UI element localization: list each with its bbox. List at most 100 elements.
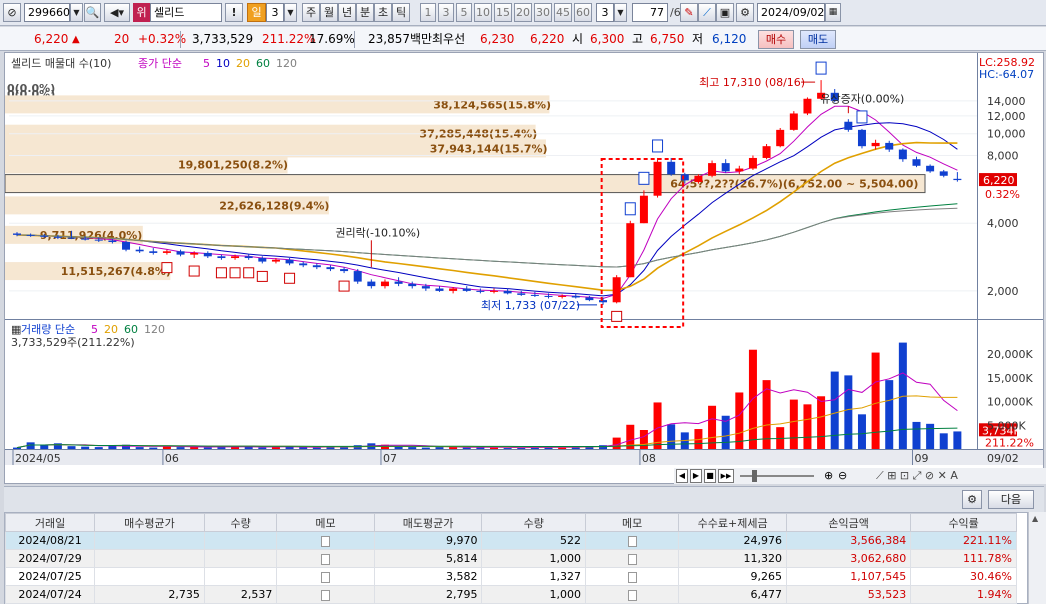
ma-period-label: 120	[276, 57, 297, 70]
zoom-slider-handle[interactable]	[752, 470, 757, 482]
period-tick-button[interactable]: 틱	[392, 3, 410, 22]
col-return[interactable]: 수익률	[910, 513, 1017, 532]
interval-45-button[interactable]: 45	[554, 3, 572, 22]
volume-profile-label: 22,626,128(9.4%)	[219, 199, 329, 212]
buy-button[interactable]: 매수	[758, 30, 794, 49]
col-buy-avg[interactable]: 매수평균가	[94, 513, 205, 532]
scroll-up-icon[interactable]: ▲	[1032, 514, 1038, 523]
interval-15-button[interactable]: 15	[494, 3, 512, 22]
interval-3-button[interactable]: 3	[438, 3, 454, 22]
candle-body	[271, 259, 280, 262]
calendar-icon[interactable]: ▦	[825, 3, 841, 22]
trade-grid-toolbar: ⚙ 다음	[4, 486, 1044, 512]
memo-icon[interactable]	[627, 535, 637, 547]
interval-5-button[interactable]: 5	[456, 3, 472, 22]
period-value-input[interactable]: 3	[266, 3, 284, 22]
price-axis-tick: 12,000	[987, 110, 1026, 123]
speaker-icon[interactable]: ◀▾	[104, 3, 130, 22]
cell-profit: 3,062,680	[785, 549, 912, 568]
candle-body	[394, 281, 403, 284]
col-profit[interactable]: 손익금액	[785, 513, 912, 532]
code-dropdown-chevron-icon[interactable]: ▼	[70, 3, 83, 22]
table-row[interactable]: 2024/07/24 2,735 2,537 2,795 1,000 6,477 53,52…	[4, 585, 1017, 604]
interval-10-button[interactable]: 10	[474, 3, 492, 22]
memo-icon[interactable]	[321, 589, 331, 601]
price-chart[interactable]: 0(0.0%) 0(0.0%) 38,124,565(15.8%) 37,285,44…	[4, 52, 1044, 484]
candle-body	[721, 163, 730, 172]
scroll-end-button[interactable]: ▶▶	[718, 469, 734, 483]
ma-period-label: 20	[236, 57, 250, 70]
col-sell-memo[interactable]: 메모	[585, 513, 680, 532]
candle-body	[108, 240, 117, 242]
stock-name-input[interactable]: 셀리드	[150, 3, 222, 22]
gear-icon[interactable]: ⚙	[736, 3, 754, 22]
interval-1-button[interactable]: 1	[420, 3, 436, 22]
up-triangle-icon: ▲	[72, 34, 80, 45]
grid-settings-gear-icon[interactable]: ⚙	[962, 490, 982, 509]
col-sell-qty[interactable]: 수량	[481, 513, 587, 532]
volume-bar	[176, 447, 185, 449]
grid-vertical-scrollbar[interactable]: ▲	[1028, 512, 1046, 604]
table-row[interactable]: 2024/07/25 3,582 1,327 9,265 1,107,545 30.46%	[4, 567, 1017, 586]
scroll-right-button[interactable]: ▶	[690, 469, 702, 483]
cell-buy-qty: 2,537	[203, 585, 278, 604]
search-icon[interactable]: 🔍	[84, 3, 101, 22]
candle-body	[53, 236, 62, 238]
period-year-button[interactable]: 년	[338, 3, 356, 22]
period-dropdown-chevron-icon[interactable]: ▼	[284, 3, 297, 22]
volume-bar	[912, 421, 921, 449]
date-input[interactable]: 2024/09/02	[757, 3, 825, 22]
volume-ma-line	[16, 395, 958, 449]
memo-icon[interactable]	[321, 553, 331, 565]
candle-body	[162, 251, 171, 253]
memo-icon[interactable]	[627, 553, 637, 565]
next-button[interactable]: 다음	[988, 490, 1034, 509]
pen-icon[interactable]: ✎	[680, 3, 698, 22]
hc-label: HC:-64.07	[979, 68, 1034, 81]
col-trade-date[interactable]: 거래일	[4, 513, 96, 532]
save-icon[interactable]: ▣	[716, 3, 734, 22]
period-week-button[interactable]: 주	[302, 3, 320, 22]
period-day-button[interactable]: 일	[247, 3, 266, 22]
sell-marker-icon	[815, 61, 827, 75]
period-minute-button[interactable]: 분	[356, 3, 374, 22]
interval-dropdown-chevron-icon[interactable]: ▼	[614, 3, 627, 22]
memo-icon[interactable]	[627, 589, 637, 601]
scroll-left-button[interactable]: ◀	[676, 469, 688, 483]
sell-button[interactable]: 매도	[800, 30, 836, 49]
bar-count-input[interactable]: 77	[632, 3, 668, 22]
volume-bar	[203, 447, 212, 449]
col-buy-memo[interactable]: 메모	[276, 513, 375, 532]
buy-marker-icon	[229, 267, 241, 279]
candle-body	[898, 149, 907, 160]
zoom-out-icon[interactable]: ⊖	[838, 469, 847, 482]
quote-bar: 6,220 ▲ 20 +0.32% 3,733,529 211.22% 17.6…	[0, 27, 1046, 51]
zoom-in-icon[interactable]: ⊕	[824, 469, 833, 482]
link-icon[interactable]: ⊘	[3, 3, 21, 22]
interval-30-button[interactable]: 30	[534, 3, 552, 22]
scroll-stop-button[interactable]: ■	[704, 469, 716, 483]
col-fees[interactable]: 수수료+제세금	[678, 513, 787, 532]
volume-bar	[885, 380, 894, 449]
period-second-button[interactable]: 초	[374, 3, 392, 22]
table-row[interactable]: 2024/07/29 5,814 1,000 11,320 3,062,680 111.7…	[4, 549, 1017, 568]
memo-icon[interactable]	[321, 535, 331, 547]
volume-ratio: 211.22%	[262, 32, 316, 46]
interval-value-input[interactable]: 3	[596, 3, 614, 22]
draw-line-icon[interactable]: ⟋	[698, 3, 716, 22]
candle-body	[571, 295, 580, 298]
table-row[interactable]: 2024/08/21 9,970 522 24,976 3,566,384 221.11%	[4, 531, 1017, 550]
col-sell-avg[interactable]: 매도평균가	[373, 513, 483, 532]
interval-60-button[interactable]: 60	[574, 3, 592, 22]
chart-tools-icons[interactable]: ⟋ ⊞ ⊡ ⤢ ⊘ ✕ A	[876, 469, 958, 483]
period-month-button[interactable]: 월	[320, 3, 338, 22]
memo-icon[interactable]	[627, 571, 637, 583]
current-price-tag-pct: 0.32%	[985, 188, 1020, 201]
stock-code-input[interactable]: 299660	[24, 3, 70, 22]
interval-20-button[interactable]: 20	[514, 3, 532, 22]
alert-button[interactable]: !	[225, 3, 243, 22]
memo-icon[interactable]	[321, 571, 331, 583]
volume-bar	[926, 423, 935, 449]
col-buy-qty[interactable]: 수량	[203, 513, 278, 532]
cell-buy-memo	[276, 567, 375, 586]
